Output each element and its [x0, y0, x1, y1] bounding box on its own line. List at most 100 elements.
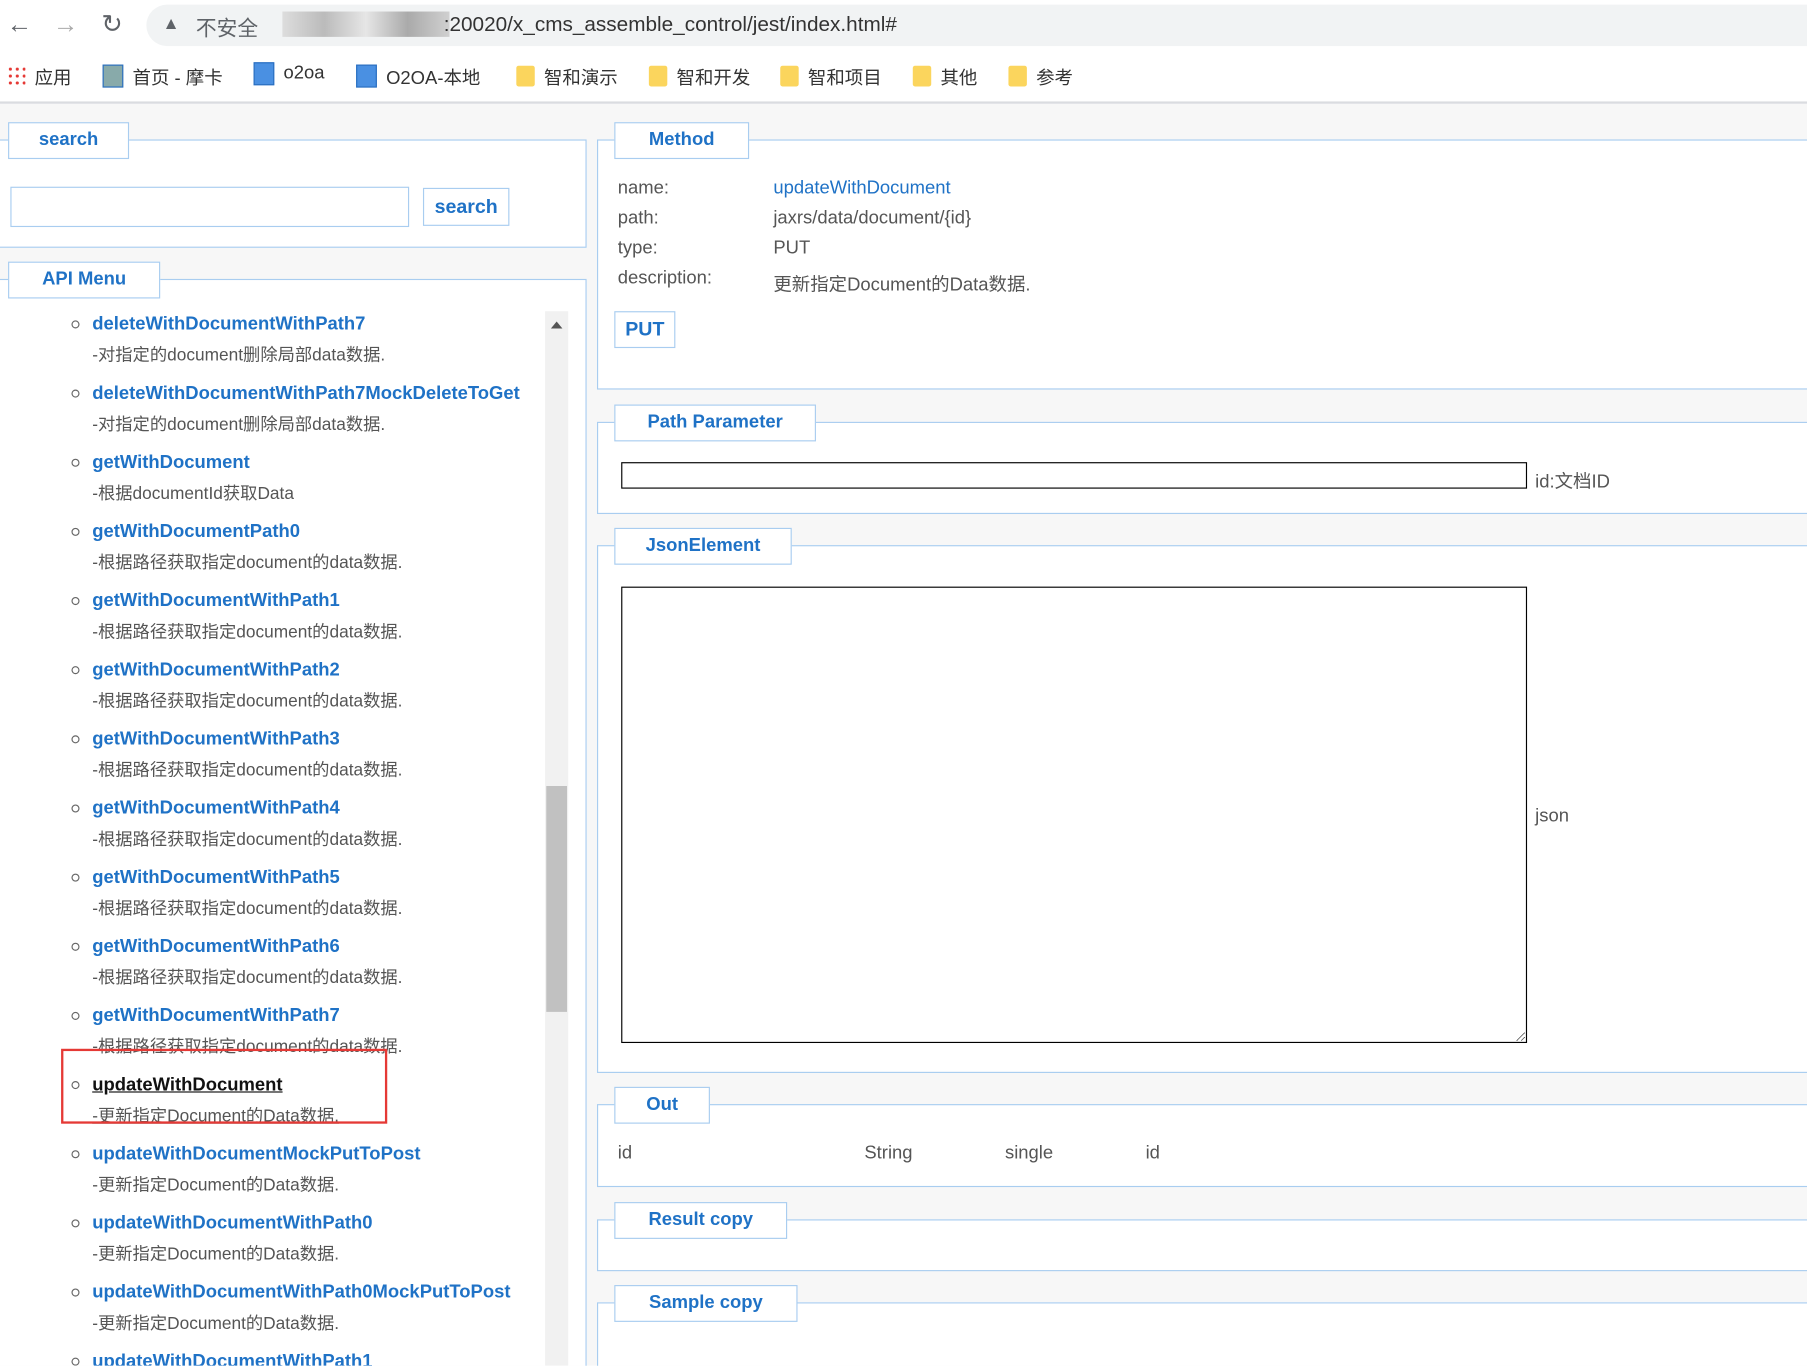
- menu-item-description: -根据路径获取指定document的data数据.: [92, 898, 403, 919]
- site-icon: [102, 64, 124, 88]
- api-menu-list: deleteWithDocumentWithPath7 -对指定的document…: [0, 307, 544, 1366]
- menu-item-description: -根据documentId获取Data: [92, 484, 294, 504]
- bullet-icon: [71, 389, 80, 398]
- redacted-host: [282, 11, 450, 37]
- bullet-icon: [71, 1150, 80, 1159]
- bookmark-folder[interactable]: 参考: [1008, 62, 1073, 90]
- menu-item[interactable]: getWithDocumentWithPath1 -根据路径获取指定documen…: [0, 591, 544, 663]
- bullet-icon: [71, 596, 80, 606]
- json-element-legend: JsonElement: [614, 527, 792, 565]
- bullet-icon: [71, 1219, 80, 1228]
- bookmark-label: o2oa: [283, 63, 325, 83]
- bookmark-folder[interactable]: 其他: [912, 62, 977, 90]
- path-label: path:: [617, 208, 659, 229]
- scrollbar-thumb[interactable]: [546, 786, 568, 1012]
- forward-button[interactable]: →: [53, 9, 78, 39]
- id-param-label: id:文档ID: [1535, 472, 1610, 493]
- menu-item-title[interactable]: deleteWithDocumentWithPath7MockDeleteToG…: [92, 384, 520, 405]
- folder-icon: [780, 65, 799, 87]
- id-input[interactable]: [621, 462, 1528, 489]
- url-text: :20020/x_cms_assemble_control/jest/index…: [443, 12, 897, 36]
- menu-item[interactable]: getWithDocumentWithPath2 -根据路径获取指定documen…: [0, 660, 544, 732]
- menu-item[interactable]: deleteWithDocumentWithPath7 -对指定的document…: [0, 315, 544, 386]
- menu-item-title[interactable]: getWithDocumentWithPath6: [92, 937, 340, 958]
- menu-item-title[interactable]: getWithDocumentWithPath3: [92, 730, 340, 751]
- bookmark-folder[interactable]: 智和演示: [516, 62, 618, 90]
- folder-icon: [1008, 65, 1027, 87]
- site-icon: [356, 64, 377, 88]
- name-label: name:: [617, 178, 669, 199]
- result-copy-button[interactable]: Result copy: [614, 1202, 788, 1239]
- bookmark-folder[interactable]: 智和开发: [648, 62, 751, 90]
- method-name: updateWithDocument: [773, 178, 951, 199]
- out-field-cardinality: single: [1004, 1143, 1054, 1163]
- menu-item-description: -更新指定Document的Data数据.: [92, 1175, 340, 1196]
- menu-item-title[interactable]: getWithDocumentPath0: [92, 522, 300, 543]
- bookmark-label: 应用: [34, 69, 72, 89]
- browser-chrome: ← → ↻ ▲ 不安全 :20020/x_cms_assemble_contro…: [0, 0, 1807, 104]
- menu-item[interactable]: updateWithDocumentMockPutToPost -更新指定Docu…: [0, 1144, 544, 1216]
- menu-item-title[interactable]: getWithDocumentWithPath5: [92, 868, 340, 889]
- put-button[interactable]: PUT: [614, 311, 676, 349]
- bullet-icon: [71, 320, 80, 329]
- search-button[interactable]: search: [422, 187, 510, 226]
- address-bar[interactable]: ▲ 不安全 :20020/x_cms_assemble_control/jest…: [146, 4, 1807, 47]
- menu-item-title[interactable]: updateWithDocumentMockPutToPost: [92, 1144, 420, 1165]
- menu-scrollbar[interactable]: [545, 311, 569, 1366]
- bookmark-o2oa[interactable]: o2oa: [253, 62, 325, 86]
- menu-item[interactable]: getWithDocumentWithPath5 -根据路径获取指定documen…: [0, 868, 544, 939]
- menu-item-description: -更新指定Document的Data数据.: [92, 1313, 340, 1334]
- reload-button[interactable]: ↻: [101, 9, 122, 39]
- bullet-icon: [71, 1357, 80, 1366]
- menu-item[interactable]: updateWithDocumentWithPath1: [0, 1352, 544, 1366]
- menu-item-title[interactable]: getWithDocumentWithPath7: [92, 1006, 340, 1027]
- bookmark-apps[interactable]: 应用: [6, 62, 72, 90]
- bullet-icon: [71, 666, 80, 675]
- selection-highlight: [61, 1048, 388, 1124]
- menu-item-title[interactable]: getWithDocument: [92, 453, 250, 474]
- menu-item-title[interactable]: getWithDocumentWithPath4: [92, 799, 340, 820]
- menu-item-title[interactable]: deleteWithDocumentWithPath7: [92, 315, 365, 336]
- menu-item[interactable]: getWithDocumentWithPath6 -根据路径获取指定documen…: [0, 937, 544, 1008]
- menu-item[interactable]: getWithDocumentPath0 -根据路径获取指定document的da…: [0, 522, 544, 593]
- json-textarea[interactable]: [621, 586, 1528, 1044]
- bookmark-home[interactable]: 首页 - 摩卡: [102, 62, 223, 90]
- search-legend: search: [8, 122, 130, 160]
- menu-item[interactable]: getWithDocument -根据documentId获取Data: [0, 453, 544, 524]
- folder-icon: [912, 65, 932, 87]
- bookmark-label: 首页 - 摩卡: [132, 69, 223, 89]
- menu-item-title[interactable]: getWithDocumentWithPath2: [92, 660, 340, 681]
- bookmark-label: 智和演示: [543, 69, 618, 89]
- scroll-up-arrow-icon[interactable]: [550, 321, 563, 329]
- bullet-icon: [71, 804, 80, 813]
- bookmark-o2oa-local[interactable]: O2OA-本地: [356, 62, 480, 90]
- menu-item[interactable]: updateWithDocumentWithPath0 -更新指定Document…: [0, 1214, 544, 1285]
- method-type: PUT: [773, 238, 811, 259]
- menu-item-title[interactable]: getWithDocumentWithPath1: [92, 591, 340, 612]
- bookmark-folder[interactable]: 智和项目: [780, 62, 882, 90]
- type-label: type:: [617, 238, 658, 259]
- out-legend: Out: [614, 1086, 710, 1124]
- insecure-label: 不安全: [195, 17, 259, 41]
- search-input[interactable]: [10, 186, 410, 228]
- menu-item[interactable]: getWithDocumentWithPath4 -根据路径获取指定documen…: [0, 799, 544, 870]
- path-parameter-legend: Path Parameter: [614, 404, 816, 442]
- menu-item-title[interactable]: updateWithDocumentWithPath1: [92, 1352, 372, 1366]
- menu-item-title[interactable]: updateWithDocumentWithPath0MockPutToPost: [92, 1283, 510, 1304]
- menu-item-description: -更新指定Document的Data数据.: [92, 1244, 340, 1265]
- menu-item-description: -对指定的document删除局部data数据.: [92, 345, 386, 366]
- menu-item[interactable]: updateWithDocumentWithPath0MockPutToPost…: [0, 1283, 544, 1354]
- bullet-icon: [71, 1288, 80, 1297]
- sample-copy-button[interactable]: Sample copy: [614, 1285, 798, 1322]
- menu-item[interactable]: deleteWithDocumentWithPath7MockDeleteToG…: [0, 384, 544, 455]
- bullet-icon: [71, 942, 80, 951]
- bullet-icon: [71, 735, 80, 744]
- bookmark-label: 智和项目: [807, 69, 882, 89]
- menu-item-title[interactable]: updateWithDocumentWithPath0: [92, 1214, 372, 1235]
- bullet-icon: [71, 873, 80, 882]
- menu-item[interactable]: getWithDocumentWithPath3 -根据路径获取指定documen…: [0, 730, 544, 801]
- menu-item-description: -根据路径获取指定document的data数据.: [92, 691, 403, 712]
- menu-item-description: -根据路径获取指定document的data数据.: [92, 829, 403, 850]
- bookmark-label: 智和开发: [676, 69, 751, 89]
- back-button[interactable]: ←: [7, 9, 32, 39]
